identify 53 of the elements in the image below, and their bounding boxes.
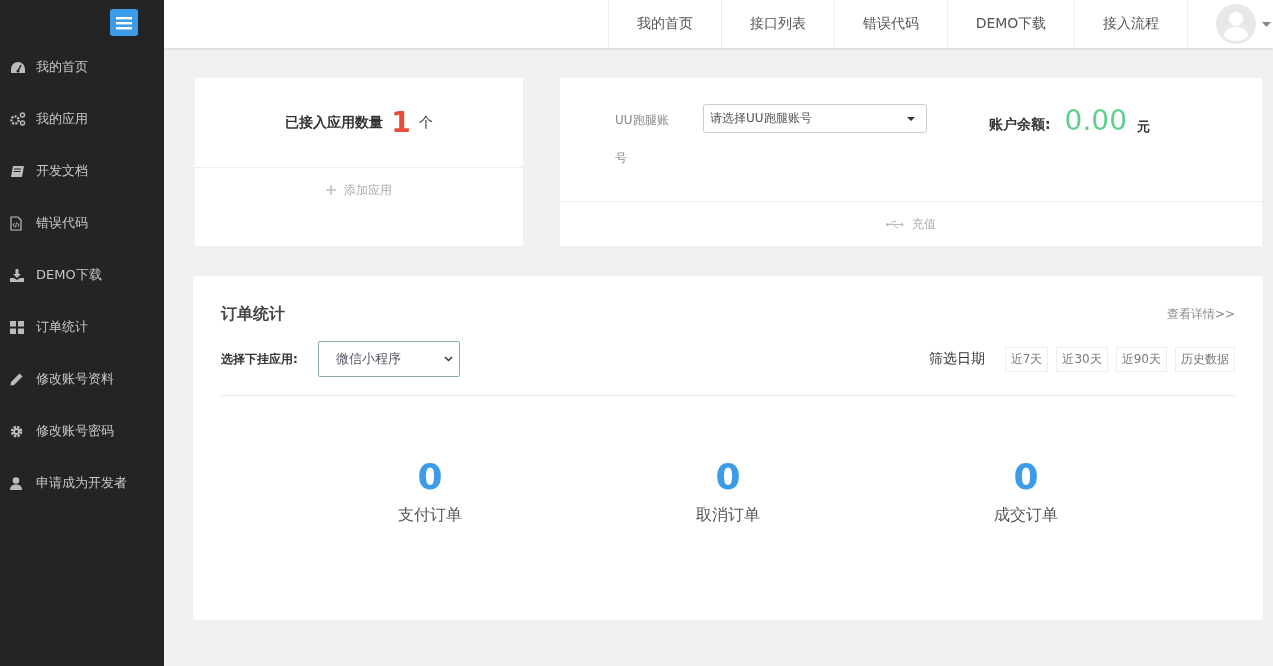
balance-unit: 元 (1136, 118, 1150, 136)
stat-value: 0 (1013, 456, 1039, 497)
orders-title: 订单统计 (221, 304, 285, 325)
caret-icon (907, 116, 915, 121)
apps-count-label: 已接入应用数量 (285, 113, 384, 132)
date-range-button[interactable]: 近90天 (1115, 346, 1167, 372)
download-icon (10, 268, 24, 282)
usb-icon (886, 219, 904, 229)
details-link[interactable]: 查看详情>> (1166, 306, 1235, 323)
apps-count-unit: 个 (418, 113, 433, 132)
date-filter-label: 筛选日期 (928, 350, 985, 368)
sidebar-item[interactable]: 修改账号密码 (0, 405, 164, 457)
sidebar-item[interactable]: 修改账号资料 (0, 353, 164, 405)
plus-icon (326, 185, 336, 195)
gears-icon (10, 112, 26, 126)
menu-icon (116, 15, 132, 30)
pencil-icon (10, 372, 23, 386)
menu-button[interactable] (110, 9, 138, 36)
app-select-label: 选择下挂应用: (221, 350, 298, 368)
sidebar-item[interactable]: 订单统计 (0, 301, 164, 353)
nav-link[interactable]: 接口列表 (721, 0, 834, 48)
stat-value: 0 (417, 456, 443, 497)
nav-link[interactable]: DEMO下载 (947, 0, 1074, 48)
caret-icon[interactable] (1262, 21, 1271, 27)
account-label: UU跑腿账号 (615, 112, 670, 167)
balance-value: 0.00 (1064, 104, 1127, 137)
date-range-button[interactable]: 近30天 (1056, 346, 1108, 372)
chevron-icon (443, 356, 453, 362)
app-select[interactable]: 微信小程序 (317, 341, 460, 377)
apps-count: 1 (391, 106, 411, 139)
gauge-icon (10, 60, 26, 74)
nav-link[interactable]: 接入流程 (1074, 0, 1187, 48)
nav-link[interactable]: 我的首页 (608, 0, 721, 48)
grid-icon (10, 320, 24, 334)
sidebar-item[interactable]: DEMO下载 (0, 249, 164, 301)
nav-link[interactable]: 错误代码 (834, 0, 947, 48)
account-select[interactable]: 请选择UU跑腿账号 (703, 104, 927, 133)
stat-label: 成交订单 (994, 505, 1058, 526)
sidebar-item[interactable]: 开发文档 (0, 145, 164, 197)
sidebar-item[interactable]: 我的应用 (0, 93, 164, 145)
sidebar-item[interactable]: 错误代码 (0, 197, 164, 249)
stat-label: 支付订单 (398, 505, 462, 526)
stat-value: 0 (715, 456, 741, 497)
book-icon (10, 164, 24, 178)
date-range-button[interactable]: 历史数据 (1175, 346, 1235, 372)
balance-label: 账户余额: (989, 116, 1051, 134)
user-icon (10, 476, 22, 490)
date-range-button[interactable]: 近7天 (1004, 346, 1049, 372)
stat-label: 取消订单 (696, 505, 760, 526)
gear-icon (10, 424, 23, 438)
sidebar-item[interactable]: 我的首页 (0, 41, 164, 93)
code-file-icon (10, 215, 22, 231)
sidebar-item[interactable]: 申请成为开发者 (0, 457, 164, 509)
